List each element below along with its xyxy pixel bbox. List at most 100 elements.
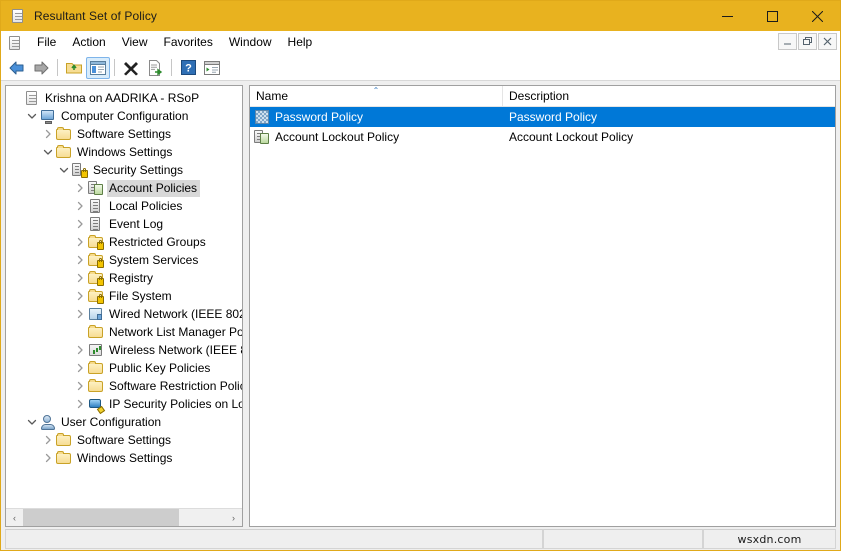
console-tree-pane: Krishna on AADRIKA - RSoP Computer Config… — [5, 85, 243, 527]
folder-lock-icon — [88, 288, 104, 304]
listview-header: Name ⌃ Description — [250, 86, 835, 107]
tree-item-windows-settings[interactable]: Windows Settings — [6, 143, 242, 161]
scroll-track[interactable] — [23, 509, 225, 526]
chevron-right-icon[interactable] — [72, 306, 88, 322]
up-one-level-button[interactable] — [62, 57, 86, 79]
scroll-thumb[interactable] — [23, 509, 179, 526]
tree-item-wired-network-ieee-802-3[interactable]: Wired Network (IEEE 802.3) — [6, 305, 242, 323]
console-tree[interactable]: Krishna on AADRIKA - RSoP Computer Config… — [6, 86, 242, 508]
rsop-scroll-icon — [24, 90, 40, 106]
chevron-right-icon[interactable] — [72, 396, 88, 412]
tree-item-label: Account Policies — [107, 179, 201, 197]
help-button[interactable]: ? — [176, 57, 200, 79]
chevron-right-icon[interactable] — [72, 234, 88, 250]
column-header-description[interactable]: Description — [503, 86, 835, 107]
chevron-down-icon[interactable] — [56, 162, 72, 178]
tree-item-system-services[interactable]: System Services — [6, 251, 242, 269]
local-policies-icon — [88, 198, 104, 214]
tree-item-label: Wired Network (IEEE 802.3) — [109, 306, 242, 321]
menu-view[interactable]: View — [114, 32, 156, 53]
back-button[interactable] — [5, 57, 29, 79]
tree-item-registry[interactable]: Registry — [6, 269, 242, 287]
tree-item-windows-settings[interactable]: Windows Settings — [6, 449, 242, 467]
folder-icon — [56, 432, 72, 448]
close-button[interactable] — [795, 1, 840, 31]
mdi-minimize-button[interactable] — [778, 33, 797, 50]
wired-network-icon — [88, 306, 104, 322]
folder-icon — [56, 144, 72, 160]
folder-icon — [88, 378, 104, 394]
mdi-restore-button[interactable] — [798, 33, 817, 50]
chevron-down-icon[interactable] — [24, 108, 40, 124]
chevron-right-icon[interactable] — [72, 216, 88, 232]
minimize-button[interactable] — [705, 1, 750, 31]
tree-item-computer-configuration[interactable]: Computer Configuration — [6, 107, 242, 125]
tree-item-label: Windows Settings — [77, 144, 173, 159]
chevron-right-icon[interactable] — [72, 252, 88, 268]
tree-item-software-restriction-polici[interactable]: Software Restriction Polici — [6, 377, 242, 395]
maximize-button[interactable] — [750, 1, 795, 31]
tree-item-label: System Services — [109, 252, 199, 267]
tree-item-label: Software Settings — [77, 126, 172, 141]
forward-button[interactable] — [29, 57, 53, 79]
tree-item-account-policies[interactable]: Account Policies — [6, 179, 242, 197]
list-item-name-cell: Account Lockout Policy — [250, 129, 503, 145]
export-list-button[interactable] — [143, 57, 167, 79]
status-bar: wsxdn.com — [1, 527, 840, 550]
tree-horizontal-scrollbar[interactable]: ‹ › — [6, 508, 242, 526]
tree-item-local-policies[interactable]: Local Policies — [6, 197, 242, 215]
tree-item-software-settings[interactable]: Software Settings — [6, 125, 242, 143]
show-hide-action-pane-button[interactable] — [200, 57, 224, 79]
mdi-close-button[interactable] — [818, 33, 837, 50]
menu-action[interactable]: Action — [64, 32, 113, 53]
tree-item-security-settings[interactable]: Security Settings — [6, 161, 242, 179]
toolbar-separator — [171, 59, 172, 76]
tree-item-wireless-network-ieee-802[interactable]: Wireless Network (IEEE 802 — [6, 341, 242, 359]
menu-file[interactable]: File — [29, 32, 64, 53]
tree-item-label: Security Settings — [93, 162, 184, 177]
menu-favorites[interactable]: Favorites — [156, 32, 221, 53]
chevron-right-icon[interactable] — [72, 198, 88, 214]
list-item[interactable]: Account Lockout Policy Account Lockout Po… — [250, 127, 835, 147]
tree-item-restricted-groups[interactable]: Restricted Groups — [6, 233, 242, 251]
tree-item-user-configuration[interactable]: User Configuration — [6, 413, 242, 431]
show-hide-console-tree-button[interactable] — [86, 56, 110, 79]
chevron-right-icon[interactable] — [72, 378, 88, 394]
list-item[interactable]: Password Policy Password Policy — [250, 107, 835, 127]
scroll-right-arrow[interactable]: › — [225, 509, 242, 526]
delete-button[interactable] — [119, 57, 143, 79]
tree-item-label: File System — [109, 288, 172, 303]
menu-window[interactable]: Window — [221, 32, 280, 53]
tree-item-network-list-manager-poli[interactable]: Network List Manager Poli — [6, 323, 242, 341]
scroll-left-arrow[interactable]: ‹ — [6, 509, 23, 526]
list-item-description: Account Lockout Policy — [509, 130, 634, 144]
tree-item-software-settings[interactable]: Software Settings — [6, 431, 242, 449]
menu-bar: File Action View Favorites Window Help — [1, 31, 840, 55]
event-log-icon — [88, 216, 104, 232]
chevron-right-icon[interactable] — [72, 288, 88, 304]
chevron-right-icon[interactable] — [72, 342, 88, 358]
folder-icon — [56, 450, 72, 466]
list-item-name: Account Lockout Policy — [275, 130, 400, 144]
tree-item-krishna-on-aadrika-rsop[interactable]: Krishna on AADRIKA - RSoP — [6, 89, 242, 107]
chevron-right-icon[interactable] — [40, 450, 56, 466]
policy-scroll-icon — [10, 8, 26, 24]
chevron-down-icon[interactable] — [24, 414, 40, 430]
tree-item-event-log[interactable]: Event Log — [6, 215, 242, 233]
menu-help[interactable]: Help — [280, 32, 321, 53]
tree-item-file-system[interactable]: File System — [6, 287, 242, 305]
listview-body[interactable]: Password Policy Password Policy Account Lo… — [250, 107, 835, 526]
chevron-right-icon[interactable] — [72, 180, 88, 196]
tree-item-label: Restricted Groups — [109, 234, 206, 249]
tree-item-label: Registry — [109, 270, 154, 285]
chevron-down-icon[interactable] — [40, 144, 56, 160]
tree-item-ip-security-policies-on-loc[interactable]: IP Security Policies on Loc — [6, 395, 242, 413]
tree-item-label: Windows Settings — [77, 450, 173, 465]
chevron-right-icon[interactable] — [40, 126, 56, 142]
chevron-right-icon[interactable] — [72, 360, 88, 376]
chevron-right-icon[interactable] — [72, 270, 88, 286]
tree-item-public-key-policies[interactable]: Public Key Policies — [6, 359, 242, 377]
chevron-right-icon[interactable] — [40, 432, 56, 448]
folder-icon — [56, 126, 72, 142]
column-header-name[interactable]: Name ⌃ — [250, 86, 503, 107]
